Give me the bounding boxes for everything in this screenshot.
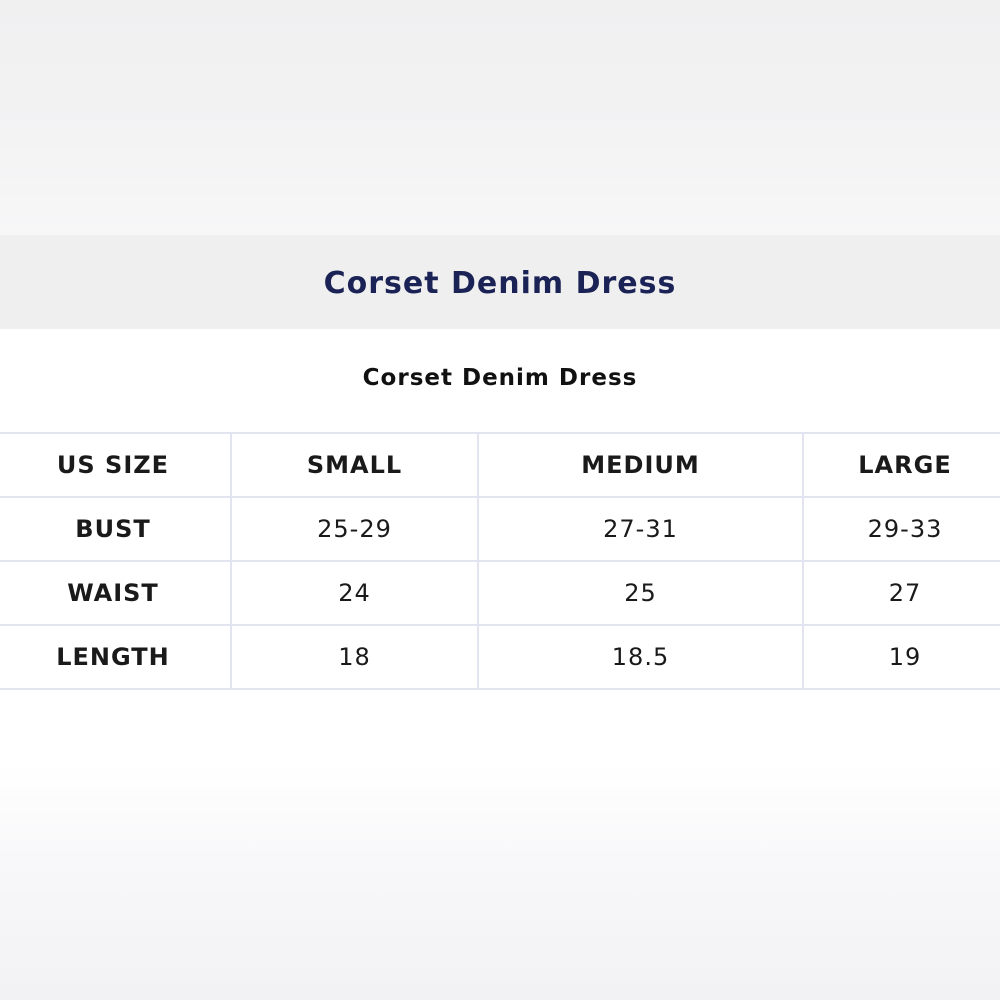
table-cell: 25-29: [230, 496, 479, 562]
table-cell: 25: [477, 560, 804, 626]
table-cell: 24: [230, 560, 479, 626]
table-cell: 27: [802, 560, 1000, 626]
size-chart-title: Corset Denim Dress: [362, 365, 638, 391]
page-title: Corset Denim Dress: [323, 265, 677, 301]
size-chart-table: US SIZE SMALL MEDIUM LARGE BUST 25-29 27…: [0, 432, 1000, 690]
row-label: WAIST: [0, 560, 232, 626]
column-header: SMALL: [230, 432, 479, 498]
column-header: MEDIUM: [477, 432, 804, 498]
row-label: LENGTH: [0, 624, 232, 690]
top-background: [0, 0, 1000, 235]
table-row: BUST 25-29 27-31 29-33: [0, 496, 1000, 562]
row-label: BUST: [0, 496, 232, 562]
table-row: LENGTH 18 18.5 19: [0, 624, 1000, 690]
table-cell: 18.5: [477, 624, 804, 690]
table-cell: 18: [230, 624, 479, 690]
table-header-row: US SIZE SMALL MEDIUM LARGE: [0, 432, 1000, 498]
bottom-background: [0, 765, 1000, 1000]
header-band: Corset Denim Dress: [0, 235, 1000, 329]
table-cell: 27-31: [477, 496, 804, 562]
size-chart-panel: Corset Denim Dress US SIZE SMALL MEDIUM …: [0, 329, 1000, 765]
table-row: WAIST 24 25 27: [0, 560, 1000, 626]
column-header: LARGE: [802, 432, 1000, 498]
table-cell: 29-33: [802, 496, 1000, 562]
table-cell: 19: [802, 624, 1000, 690]
column-header: US SIZE: [0, 432, 232, 498]
